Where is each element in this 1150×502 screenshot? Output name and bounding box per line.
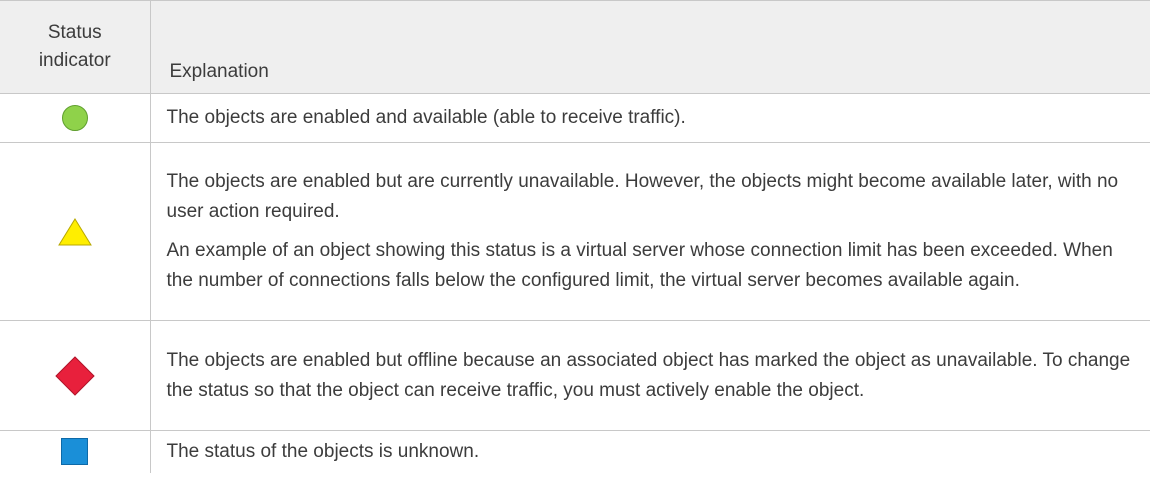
explanation-cell: The objects are enabled and available (a… — [149, 93, 1150, 143]
table-row: The status of the objects is unknown. — [0, 430, 1150, 474]
header-status-indicator-line1: Status — [47, 22, 102, 43]
explanation-text: The objects are enabled and available (a… — [166, 107, 686, 128]
header-explanation: Explanation — [149, 0, 1150, 94]
green-circle-icon — [61, 104, 88, 131]
status-indicator-cell — [0, 320, 150, 431]
status-indicator-cell — [0, 142, 150, 321]
explanation-text: The objects are enabled but are currentl… — [166, 171, 1119, 222]
red-diamond-icon — [55, 355, 95, 396]
table-header-row: Status indicator Explanation — [0, 0, 1150, 94]
blue-square-icon — [61, 438, 89, 466]
yellow-triangle-icon — [57, 217, 92, 245]
explanation-cell: The status of the objects is unknown. — [149, 430, 1150, 473]
header-status-indicator: Status indicator — [0, 0, 150, 94]
table-row: The objects are enabled but offline beca… — [0, 320, 1150, 431]
table-row: The objects are enabled but are currentl… — [0, 142, 1150, 321]
explanation-cell: The objects are enabled but are currentl… — [149, 142, 1150, 321]
table-row: The objects are enabled and available (a… — [0, 93, 1150, 143]
explanation-cell: The objects are enabled but offline beca… — [149, 320, 1150, 431]
explanation-text: An example of an object showing this sta… — [166, 240, 1113, 291]
status-indicator-cell — [0, 431, 150, 474]
explanation-text: The objects are enabled but offline beca… — [166, 349, 1131, 401]
explanation-text: The status of the objects is unknown. — [166, 441, 480, 462]
status-table: Status indicator Explanation The objects… — [0, 0, 1150, 473]
header-status-indicator-line2: indicator — [38, 50, 111, 71]
status-indicator-cell — [0, 93, 150, 143]
